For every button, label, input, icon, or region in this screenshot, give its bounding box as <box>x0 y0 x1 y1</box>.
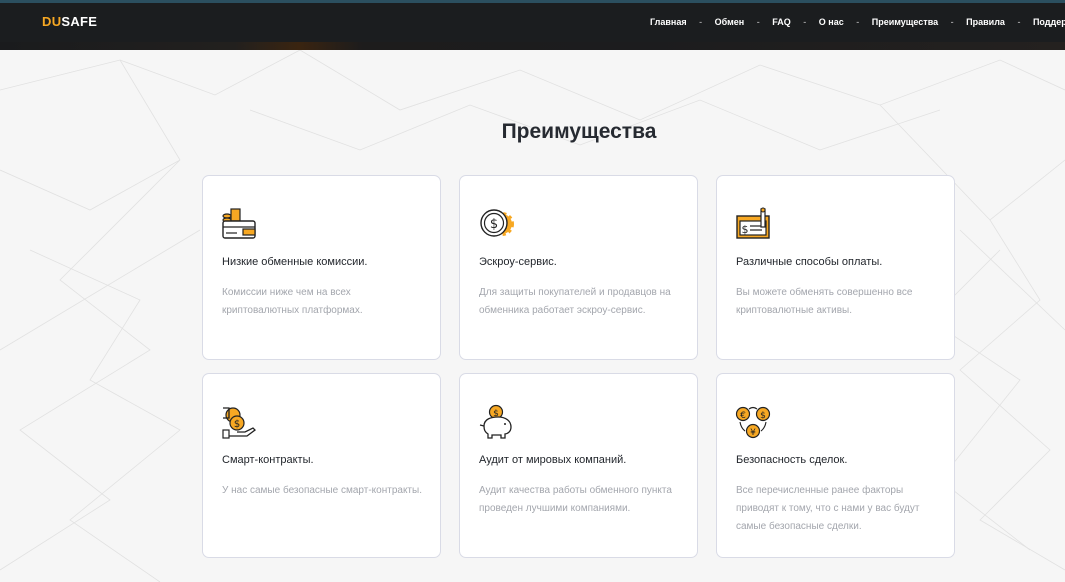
svg-text:$: $ <box>742 223 749 236</box>
nav-about[interactable]: О нас <box>819 17 844 27</box>
hand-coins-icon: $ <box>222 407 256 439</box>
nav-faq[interactable]: FAQ <box>772 17 791 27</box>
currency-exchange-icon: € $ ¥ <box>735 406 771 439</box>
nav-separator: - <box>1017 17 1021 27</box>
card-title: Различные способы оплаты. <box>736 256 883 268</box>
card-title: Аудит от мировых компаний. <box>479 454 627 466</box>
logo-text: SAFE <box>61 14 98 29</box>
card-title: Низкие обменные комиссии. <box>222 256 368 268</box>
feature-card: $ Аудит от мировых компаний. Аудит качес… <box>459 373 698 558</box>
coin-gear-icon: $ <box>480 209 514 237</box>
nav-separator: - <box>756 17 760 27</box>
card-title: Эскроу-сервис. <box>479 256 557 268</box>
card-description: У нас самые безопасные смарт-контракты. <box>222 485 422 496</box>
nav-separator: - <box>803 17 807 27</box>
card-description: Для защиты покупателей и продавцов на об… <box>479 287 671 316</box>
nav-exchange[interactable]: Обмен <box>715 17 745 27</box>
svg-text:$: $ <box>234 419 240 430</box>
card-description: Комиссии ниже чем на всех криптовалютных… <box>222 287 363 316</box>
feature-card: $ Эскроу-сервис. Для защиты покупателей … <box>459 175 698 360</box>
nav-separator: - <box>856 17 860 27</box>
card-description: Вы можете обменять совершенно все крипто… <box>736 287 913 316</box>
nav-separator: - <box>699 17 703 27</box>
card-description: Аудит качества работы обменного пункта п… <box>479 485 672 514</box>
payment-terminal-icon: $ <box>736 207 770 239</box>
nav-advantages[interactable]: Преимущества <box>872 17 938 27</box>
nav-rules[interactable]: Правила <box>966 17 1005 27</box>
nav-home[interactable]: Главная <box>650 17 687 27</box>
card-title: Безопасность сделок. <box>736 454 848 466</box>
hero-strip <box>0 42 1065 50</box>
piggy-bank-icon: $ <box>479 404 512 439</box>
svg-text:$: $ <box>490 217 498 232</box>
logo-accent: DU <box>42 14 62 29</box>
main-nav: Главная - Обмен - FAQ - О нас - Преимуще… <box>650 17 1065 27</box>
feature-card: € $ ¥ Безопасность сделок. Все перечисле… <box>716 373 955 558</box>
nav-support[interactable]: Поддерж <box>1033 17 1065 27</box>
wallet-coins-icon <box>222 208 256 239</box>
feature-card: $ Смарт-контракты. У нас самые безопасны… <box>202 373 441 558</box>
svg-text:$: $ <box>760 411 766 421</box>
card-description: Все перечисленные ранее факторы приводят… <box>736 485 920 532</box>
logo[interactable]: DUSAFE <box>42 14 97 29</box>
card-title: Смарт-контракты. <box>222 454 314 466</box>
feature-card: Низкие обменные комиссии. Комиссии ниже … <box>202 175 441 360</box>
feature-card: $ Различные способы оплаты. Вы можете об… <box>716 175 955 360</box>
svg-text:¥: ¥ <box>750 428 756 438</box>
navbar: DUSAFE Главная - Обмен - FAQ - О нас - П… <box>0 3 1065 42</box>
nav-separator: - <box>950 17 954 27</box>
svg-text:€: € <box>740 411 746 421</box>
section-title: Преимущества <box>501 120 657 143</box>
